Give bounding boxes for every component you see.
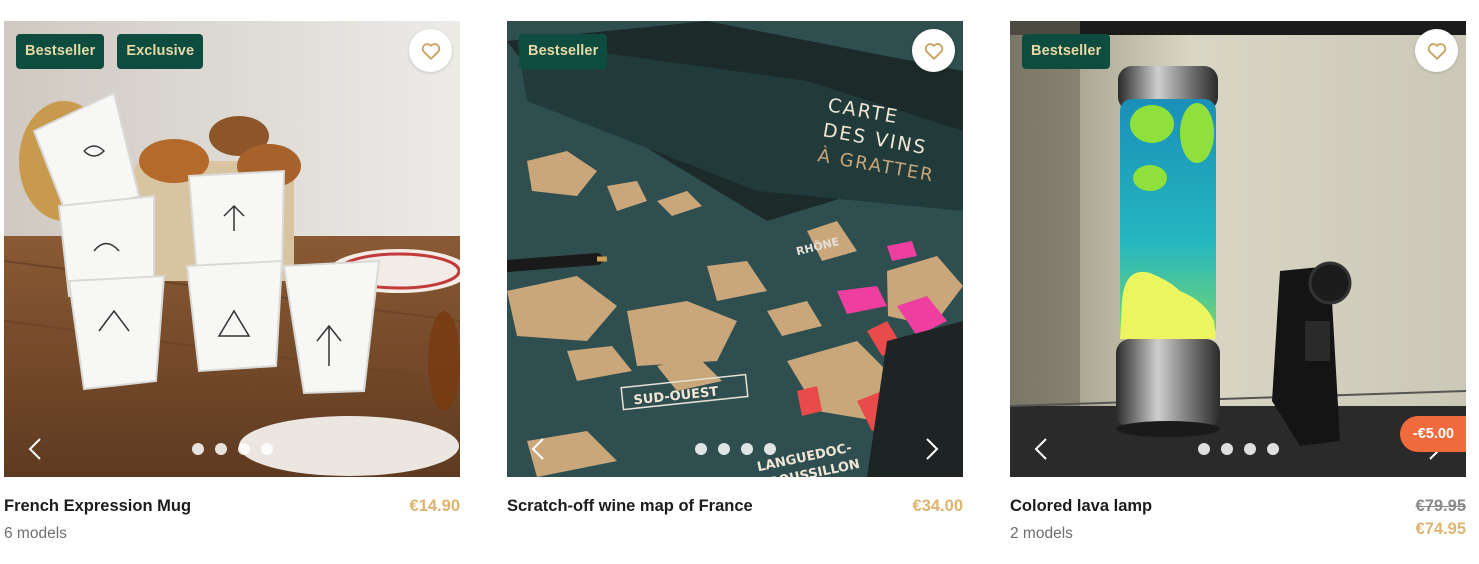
product-name[interactable]: Colored lava lamp <box>1010 497 1152 516</box>
product-image-carousel[interactable]: Bestseller -€5.00 <box>1010 21 1466 477</box>
carousel-dot[interactable] <box>763 443 776 455</box>
product-price: €14.90 <box>409 497 460 515</box>
product-info: Scratch-off wine map of France €34.00 <box>507 477 963 547</box>
carousel-dots <box>1010 443 1466 455</box>
product-image-carousel[interactable]: Bestseller Exclusive <box>4 21 460 477</box>
product-name[interactable]: Scratch-off wine map of France <box>507 497 753 516</box>
carousel-dot[interactable] <box>237 443 250 455</box>
product-info: Colored lava lamp 2 models €79.95 €74.95 <box>1010 477 1466 547</box>
product-name[interactable]: French Expression Mug <box>4 497 191 516</box>
product-info: French Expression Mug 6 models €14.90 <box>4 477 460 547</box>
product-card-lava-lamp[interactable]: Bestseller -€5.00 Colored lava lamp 2 mo… <box>1010 21 1466 547</box>
bestseller-badge: Bestseller <box>1022 34 1111 69</box>
favorite-button[interactable] <box>409 29 452 72</box>
carousel-dot[interactable] <box>260 443 273 455</box>
map-photo: CARTE DES VINS À GRATTER SUD-OUEST RHÔNE… <box>507 21 963 477</box>
badge-group: Bestseller <box>519 34 608 69</box>
original-price: €79.95 <box>1415 497 1466 515</box>
favorite-button[interactable] <box>912 29 955 72</box>
carousel-dots <box>4 443 460 455</box>
carousel-dot[interactable] <box>1243 443 1256 455</box>
carousel-dots <box>507 443 963 455</box>
favorite-button[interactable] <box>1415 29 1458 72</box>
carousel-dot[interactable] <box>694 443 707 455</box>
product-models: 6 models <box>4 525 67 542</box>
carousel-dot[interactable] <box>1220 443 1233 455</box>
bestseller-badge: Bestseller <box>16 34 105 69</box>
heart-icon <box>924 42 943 60</box>
product-image-carousel[interactable]: CARTE DES VINS À GRATTER SUD-OUEST RHÔNE… <box>507 21 963 477</box>
product-card-wine-map[interactable]: CARTE DES VINS À GRATTER SUD-OUEST RHÔNE… <box>507 21 963 547</box>
discount-badge: -€5.00 <box>1399 416 1466 452</box>
exclusive-badge: Exclusive <box>117 34 204 69</box>
mug-photo <box>4 21 460 477</box>
product-price: €34.00 <box>912 497 963 515</box>
heart-icon <box>421 42 440 60</box>
carousel-dot[interactable] <box>740 443 753 455</box>
carousel-dot[interactable] <box>191 443 204 455</box>
badge-group: Bestseller <box>1022 34 1111 69</box>
bestseller-badge: Bestseller <box>519 34 608 69</box>
sale-price: €74.95 <box>1415 520 1466 538</box>
lava-lamp-photo <box>1010 21 1466 477</box>
product-card-mug[interactable]: Bestseller Exclusive French Expression M… <box>4 21 460 547</box>
heart-icon <box>1427 42 1446 60</box>
badge-group: Bestseller Exclusive <box>16 34 204 69</box>
carousel-dot[interactable] <box>1266 443 1279 455</box>
product-models: 2 models <box>1010 525 1073 542</box>
carousel-dot[interactable] <box>1197 443 1210 455</box>
carousel-dot[interactable] <box>214 443 227 455</box>
carousel-dot[interactable] <box>717 443 730 455</box>
